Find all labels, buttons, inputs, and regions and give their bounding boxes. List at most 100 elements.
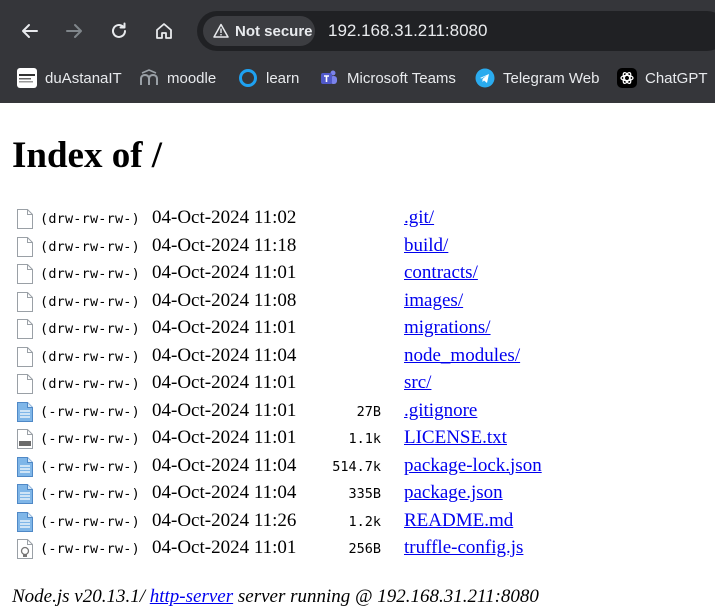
text-doc-icon [17, 401, 33, 422]
permissions: (-rw-rw-rw-) [40, 458, 140, 475]
text-doc-icon [17, 511, 33, 532]
file-size: 27B [356, 403, 381, 420]
bookmark-duastanait[interactable]: duAstanaIT [17, 66, 122, 90]
bookmark-label: duAstanaIT [45, 69, 122, 87]
permissions: (-rw-rw-rw-) [40, 403, 140, 420]
file-size: 1.1k [348, 431, 381, 447]
bookmark-moodle[interactable]: moodle [139, 66, 216, 90]
url-text[interactable]: 192.168.31.211:8080 [328, 21, 487, 41]
reload-icon [112, 22, 126, 38]
browser-toolbar: Not secure 192.168.31.211:8080 duAstanaI… [0, 0, 715, 103]
listing-row: (drw-rw-rw-) 04-Oct-2024 11:01 contracts/ [0, 262, 715, 289]
bookmark-label: ChatGPT [645, 69, 708, 87]
permissions: (-rw-rw-rw-) [40, 513, 140, 530]
permissions: (drw-rw-rw-) [40, 348, 140, 365]
modified-date: 04-Oct-2024 11:04 [152, 344, 297, 366]
file-link[interactable]: build/ [404, 235, 448, 257]
folder-file-icon [17, 374, 33, 394]
file-size: 335B [348, 486, 381, 502]
bookmark-chatgpt[interactable]: ChatGPT [617, 66, 708, 90]
permissions: (-rw-rw-rw-) [40, 486, 140, 502]
folder-file-icon [17, 291, 33, 312]
folder-file-icon [17, 209, 33, 229]
modified-date: 04-Oct-2024 11:01 [152, 427, 297, 448]
modified-date: 04-Oct-2024 11:02 [152, 207, 297, 228]
text-doc-icon [17, 484, 33, 504]
permissions: (drw-rw-rw-) [40, 211, 140, 227]
moodle-icon [139, 68, 159, 88]
text-doc-icon [17, 456, 33, 477]
folder-file-icon [17, 264, 33, 284]
bookmark-label: Telegram Web [503, 69, 600, 87]
permissions: (-rw-rw-rw-) [40, 431, 140, 447]
http-server-link[interactable]: http-server [150, 586, 233, 607]
file-link[interactable]: contracts/ [404, 262, 478, 284]
modified-date: 04-Oct-2024 11:08 [152, 289, 297, 311]
modified-date: 04-Oct-2024 11:01 [152, 372, 297, 393]
file-size: 256B [348, 541, 381, 557]
security-label: Not secure [235, 22, 313, 40]
folder-file-icon [17, 236, 33, 257]
modified-date: 04-Oct-2024 11:01 [152, 262, 297, 283]
file-link[interactable]: .gitignore [404, 400, 477, 422]
file-link[interactable]: .git/ [404, 207, 434, 229]
duastanait-icon [17, 68, 37, 88]
bookmark-label: moodle [167, 69, 217, 87]
file-size: 514.7k [332, 458, 381, 475]
folder-file-icon [17, 346, 33, 367]
security-indicator[interactable]: Not secure [203, 16, 315, 46]
file-link[interactable]: images/ [404, 290, 463, 312]
file-link[interactable]: src/ [404, 372, 431, 394]
permissions: (-rw-rw-rw-) [40, 541, 140, 557]
file-link[interactable]: node_modules/ [404, 345, 520, 367]
home-button[interactable] [147, 14, 181, 48]
txt-file-icon [17, 429, 33, 449]
telegram-icon [475, 68, 495, 88]
modified-date: 04-Oct-2024 11:18 [152, 234, 297, 256]
modified-date: 04-Oct-2024 11:01 [152, 317, 297, 338]
chatgpt-icon [617, 68, 637, 88]
permissions: (drw-rw-rw-) [40, 376, 140, 392]
server-footer: Node.js v20.13.1/ http-server server run… [12, 586, 539, 608]
listing-row: (-rw-rw-rw-) 04-Oct-2024 11:01 1.1k LICENSE… [0, 427, 715, 454]
listing-row: (drw-rw-rw-) 04-Oct-2024 11:18 build/ [0, 235, 715, 262]
listing-row: (-rw-rw-rw-) 04-Oct-2024 11:04 514.7k packa… [0, 455, 715, 482]
file-link[interactable]: package-lock.json [404, 455, 542, 477]
file-link[interactable]: package.json [404, 482, 503, 504]
reload-button[interactable] [102, 14, 136, 48]
permissions: (drw-rw-rw-) [40, 238, 140, 255]
address-bar[interactable]: Not secure 192.168.31.211:8080 [197, 11, 715, 51]
permissions: (drw-rw-rw-) [40, 321, 140, 337]
listing-row: (-rw-rw-rw-) 04-Oct-2024 11:04 335B package… [0, 482, 715, 509]
folder-file-icon [17, 319, 33, 339]
bookmarks-bar: duAstanaIT moodle learn Microsoft Teams … [0, 62, 715, 94]
modified-date: 04-Oct-2024 11:01 [152, 537, 297, 558]
learn-icon [238, 68, 258, 88]
permissions: (drw-rw-rw-) [40, 293, 140, 310]
listing-row: (drw-rw-rw-) 04-Oct-2024 11:01 migrations/ [0, 317, 715, 344]
file-link[interactable]: README.md [404, 510, 513, 532]
modified-date: 04-Oct-2024 11:01 [152, 399, 297, 421]
footer-suffix: server running @ 192.168.31.211:8080 [233, 586, 539, 607]
permissions: (drw-rw-rw-) [40, 266, 140, 282]
listing-row: (-rw-rw-rw-) 04-Oct-2024 11:01 256B truffle… [0, 537, 715, 564]
bookmark-learn[interactable]: learn [238, 66, 299, 90]
listing-row: (-rw-rw-rw-) 04-Oct-2024 11:26 1.2k README.… [0, 510, 715, 537]
back-button[interactable] [13, 14, 47, 48]
listing-row: (drw-rw-rw-) 04-Oct-2024 11:01 src/ [0, 372, 715, 399]
file-link[interactable]: truffle-config.js [404, 537, 523, 559]
modified-date: 04-Oct-2024 11:04 [152, 454, 297, 476]
bookmark-telegram[interactable]: Telegram Web [475, 66, 599, 90]
file-size: 1.2k [348, 513, 381, 530]
footer-prefix: Node.js v20.13.1/ [12, 586, 150, 607]
page-content: Index of / (drw-rw-rw-) 04-Oct-2024 11:02… [0, 103, 715, 612]
modified-date: 04-Oct-2024 11:26 [152, 509, 297, 531]
bookmark-teams[interactable]: Microsoft Teams [319, 66, 456, 90]
listing-row: (drw-rw-rw-) 04-Oct-2024 11:08 images/ [0, 290, 715, 317]
file-link[interactable]: LICENSE.txt [404, 427, 507, 449]
arrow-left-icon [22, 24, 38, 38]
forward-button[interactable] [57, 14, 91, 48]
warning-icon [213, 23, 229, 38]
arrow-right-icon [66, 24, 82, 38]
file-link[interactable]: migrations/ [404, 317, 491, 339]
